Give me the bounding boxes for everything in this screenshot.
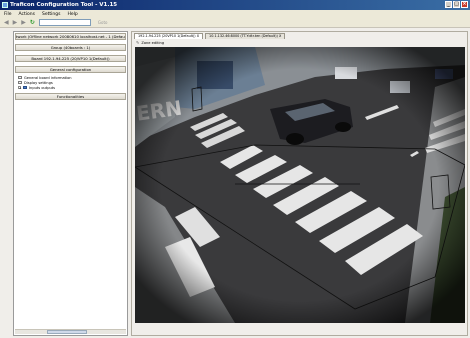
configuration-tree-panel: Network (Offline network 20080610 localh… [13, 31, 128, 336]
minimize-button[interactable]: _ [445, 1, 452, 8]
document-icon [18, 81, 22, 84]
tree-item-inputs-outputs[interactable]: + Inputs outputs [18, 85, 127, 90]
menu-bar: File Actions Settings Help [0, 10, 470, 18]
group-header[interactable]: Group (40boards : 1) [15, 44, 126, 51]
expand-icon[interactable]: + [18, 86, 22, 90]
device-tabs: 192.1.94.225 (20VP10 1(Default)) X 10.1.… [134, 33, 286, 39]
forward-icon[interactable]: ▶ [13, 19, 18, 26]
zone-editing-toggle[interactable]: ✎ Zone editing [136, 40, 164, 45]
inputs-outputs-icon [23, 86, 27, 89]
network-header[interactable]: Network (Offline network 20080610 localh… [15, 33, 126, 40]
zone-editing-label: Zone editing [141, 40, 165, 45]
camera-feed: ERN [135, 47, 465, 323]
next-icon[interactable]: ▶ [21, 19, 26, 26]
goto-button[interactable]: Goto [98, 20, 108, 25]
tab-device-1[interactable]: 192.1.94.225 (20VP10 1(Default)) X [134, 33, 204, 39]
menu-file[interactable]: File [4, 12, 12, 17]
tab-device-2[interactable]: 10.1.132.46:8000 (TT.Y:dtr.ten (Default)… [205, 33, 286, 39]
window-controls: _ □ × [445, 1, 468, 8]
toolbar: ◀ ▶ ▶ ↻ Goto [0, 18, 470, 28]
window-title: Traficon Configuration Tool - V1.15 [10, 2, 118, 8]
general-configuration-header[interactable]: General configuration [15, 66, 126, 73]
refresh-icon[interactable]: ↻ [30, 19, 35, 26]
document-icon [18, 76, 22, 79]
camera-image[interactable]: ERN [135, 47, 465, 323]
app-icon [2, 2, 8, 8]
pencil-icon: ✎ [136, 40, 140, 45]
camera-view-panel: 192.1.94.225 (20VP10 1(Default)) X 10.1.… [131, 31, 468, 336]
back-icon[interactable]: ◀ [4, 19, 9, 26]
configuration-tree: General board information Display settin… [14, 73, 127, 92]
maximize-button[interactable]: □ [453, 1, 460, 8]
scrollbar-thumb[interactable] [47, 330, 87, 334]
menu-settings[interactable]: Settings [42, 12, 60, 17]
board-header[interactable]: Board 192.1.94.225 (20/VP10 1(Default)) [15, 55, 126, 62]
menu-help[interactable]: Help [67, 12, 77, 17]
close-button[interactable]: × [461, 1, 468, 8]
title-bar: Traficon Configuration Tool - V1.15 _ □ … [0, 0, 470, 10]
functionalities-header[interactable]: Functionalities [15, 93, 126, 100]
horizontal-scrollbar[interactable] [15, 329, 126, 334]
address-input[interactable] [38, 19, 91, 26]
menu-actions[interactable]: Actions [19, 12, 35, 17]
